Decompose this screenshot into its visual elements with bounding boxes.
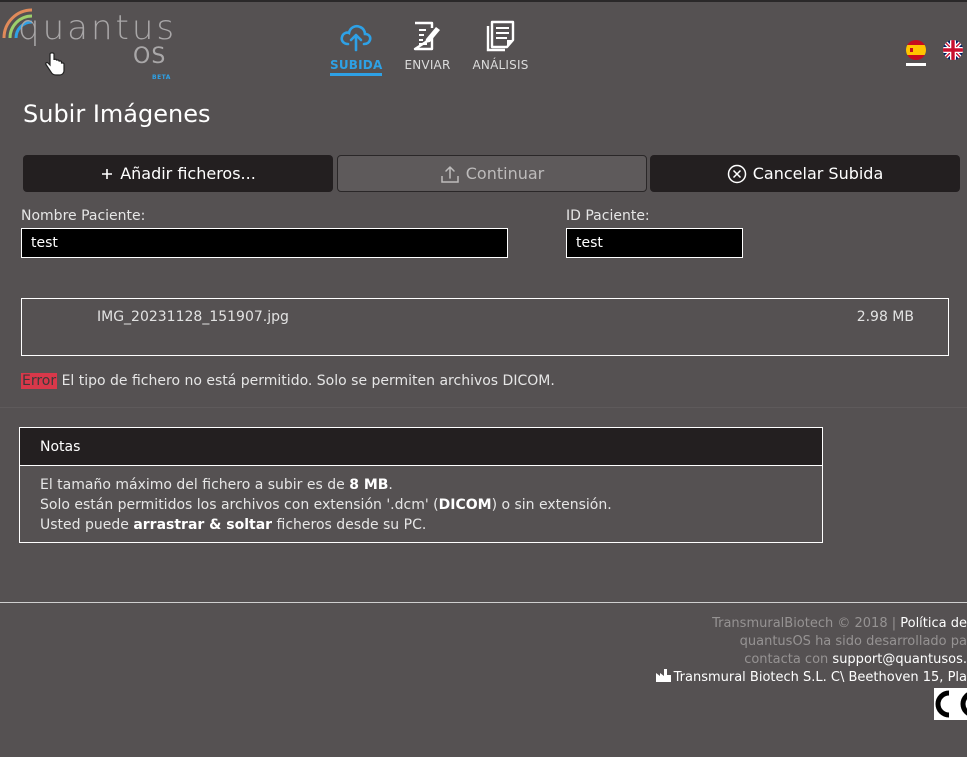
nav-subida-label: SUBIDA [330,58,383,76]
support-email-link[interactable]: support@quantusos. [832,652,967,667]
edit-document-icon [414,21,441,51]
patient-name-label: Nombre Paciente: [21,208,146,224]
main-nav: SUBIDA ENVIAR ANÁLISIS [330,18,551,76]
flag-en-icon[interactable] [943,40,963,60]
footer-copyright-row: TransmuralBiotech © 2018 | Política de [712,616,967,631]
active-language-indicator [906,63,926,66]
file-name: IMG_20231128_151907.jpg [97,309,289,325]
language-switcher [906,40,967,60]
close-circle-icon [727,164,747,184]
flag-es-icon[interactable] [906,40,926,60]
nav-analisis-label: ANÁLISIS [472,58,529,72]
nav-enviar-label: ENVIAR [404,58,451,72]
logo-beta-badge: BETA [152,74,171,81]
nav-enviar[interactable]: ENVIAR [404,18,450,76]
quantus-logo[interactable]: quantus OS BETA [0,2,180,88]
footer-address: Transmural Biotech S.L. C\ Beethoven 15,… [673,670,967,685]
footer: TransmuralBiotech © 2018 | Política de q… [655,615,967,687]
nav-analisis[interactable]: ANÁLISIS [473,18,529,76]
notes-panel: Notas El tamaño máximo del fichero a sub… [19,427,823,543]
error-text: El tipo de fichero no está permitido. So… [57,373,555,389]
plus-icon [100,167,114,181]
pointer-hand-icon [45,52,65,76]
error-message: Error El tipo de fichero no está permiti… [21,373,555,389]
nav-subida[interactable]: SUBIDA [330,18,383,76]
factory-icon [655,669,671,682]
upload-icon [440,164,460,184]
cancel-upload-label: Cancelar Subida [752,164,884,183]
divider [0,407,967,408]
footer-address-row: Transmural Biotech S.L. C\ Beethoven 15,… [655,669,967,687]
file-size: 2.98 MB [856,309,914,325]
note-line: El tamaño máximo del fichero a subir es … [40,477,393,493]
ce-mark-icon [934,688,967,720]
privacy-policy-link[interactable]: Política de [900,616,967,631]
continue-label: Continuar [465,164,545,183]
notes-body: El tamaño máximo del fichero a subir es … [20,466,822,544]
patient-id-label: ID Paciente: [566,208,650,224]
footer-developed: quantusOS ha sido desarrollado pa [739,634,967,649]
cancel-upload-button[interactable]: Cancelar Subida [650,155,960,192]
footer-contact-row: contacta con support@quantusos. [744,652,967,667]
logo-wordmark: quantus [18,8,178,48]
continue-button[interactable]: Continuar [337,155,647,192]
page-title: Subir Imágenes [23,100,211,128]
patient-id-input[interactable] [566,228,743,258]
add-files-button[interactable]: Añadir ficheros... [23,155,333,192]
footer-divider [0,602,967,603]
notes-title: Notas [20,428,822,466]
note-line: Solo están permitidos los archivos con e… [40,497,612,513]
file-list: IMG_20231128_151907.jpg 2.98 MB [21,298,949,356]
error-badge: Error [21,373,58,389]
cloud-upload-icon [340,24,372,52]
add-files-label: Añadir ficheros... [120,164,256,183]
note-line: Usted puede arrastrar & soltar ficheros … [40,517,427,533]
patient-name-input[interactable] [21,228,508,258]
document-list-icon [486,20,514,52]
logo-os: OS [133,44,167,69]
